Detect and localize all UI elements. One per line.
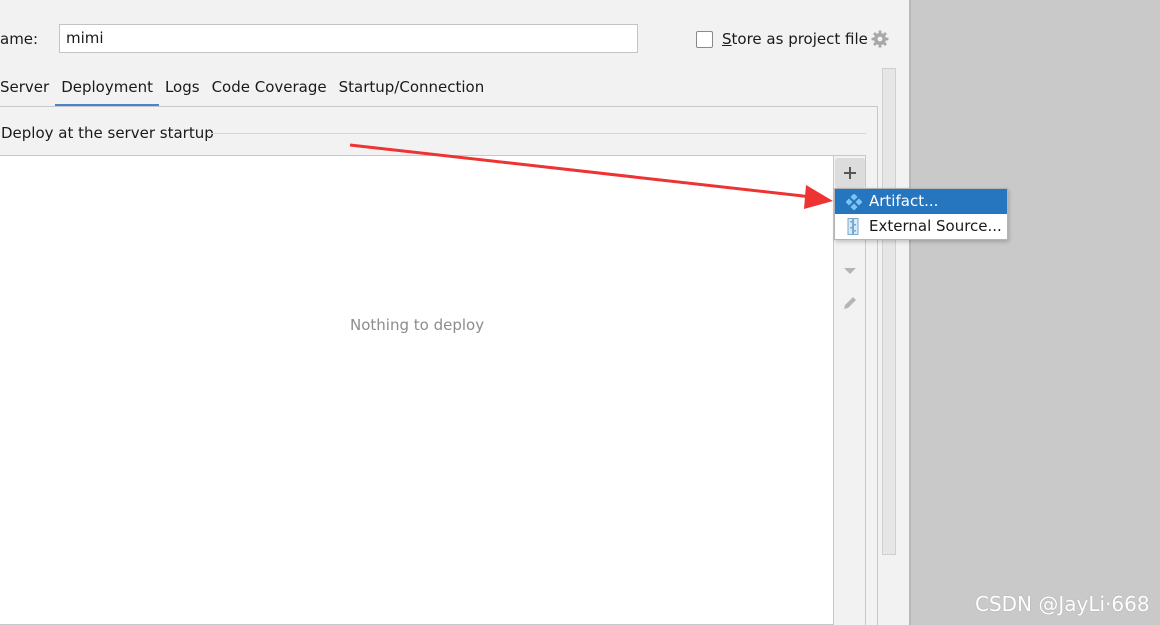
name-label: ame: <box>0 30 39 48</box>
deploy-section-title: Deploy at the server startup <box>1 124 214 142</box>
menu-item-artifact[interactable]: Artifact... <box>835 189 1007 214</box>
tab-logs[interactable]: Logs <box>159 77 206 107</box>
empty-list-text: Nothing to deploy <box>350 316 485 334</box>
run-configuration-dialog: ame: mimi Store as project file Server D… <box>0 0 1008 625</box>
watermark-text: CSDN @JayLi·668 <box>975 592 1150 616</box>
tab-bar: Server Deployment Logs Code Coverage Sta… <box>0 77 490 107</box>
tab-deployment[interactable]: Deployment <box>55 77 159 107</box>
store-as-project-file-checkbox[interactable] <box>696 30 713 48</box>
tab-startup-connection[interactable]: Startup/Connection <box>333 77 491 107</box>
tab-panel-border <box>0 106 878 107</box>
menu-item-artifact-label: Artifact... <box>869 192 939 210</box>
gear-icon[interactable] <box>871 30 889 52</box>
edit-button[interactable] <box>835 288 865 318</box>
tab-server[interactable]: Server <box>0 77 55 107</box>
store-as-project-file-option[interactable]: Store as project file <box>696 30 868 48</box>
tab-panel-border-right <box>877 106 878 625</box>
store-as-project-file-label: Store as project file <box>722 30 868 48</box>
section-divider <box>211 133 866 134</box>
menu-item-external-source[interactable]: External Source... <box>835 214 1007 239</box>
pencil-icon <box>844 297 856 309</box>
external-source-icon <box>846 218 860 243</box>
plus-icon <box>844 167 856 179</box>
name-input[interactable]: mimi <box>59 24 638 53</box>
vertical-scrollbar[interactable] <box>882 68 896 555</box>
move-down-button[interactable] <box>835 256 865 286</box>
add-button[interactable] <box>835 158 865 188</box>
deployment-list[interactable] <box>0 155 834 625</box>
add-deployment-popup-menu: Artifact... External Source... <box>834 188 1008 240</box>
tab-code-coverage[interactable]: Code Coverage <box>206 77 333 107</box>
menu-item-external-source-label: External Source... <box>869 217 1002 235</box>
arrow-down-icon <box>844 268 856 274</box>
